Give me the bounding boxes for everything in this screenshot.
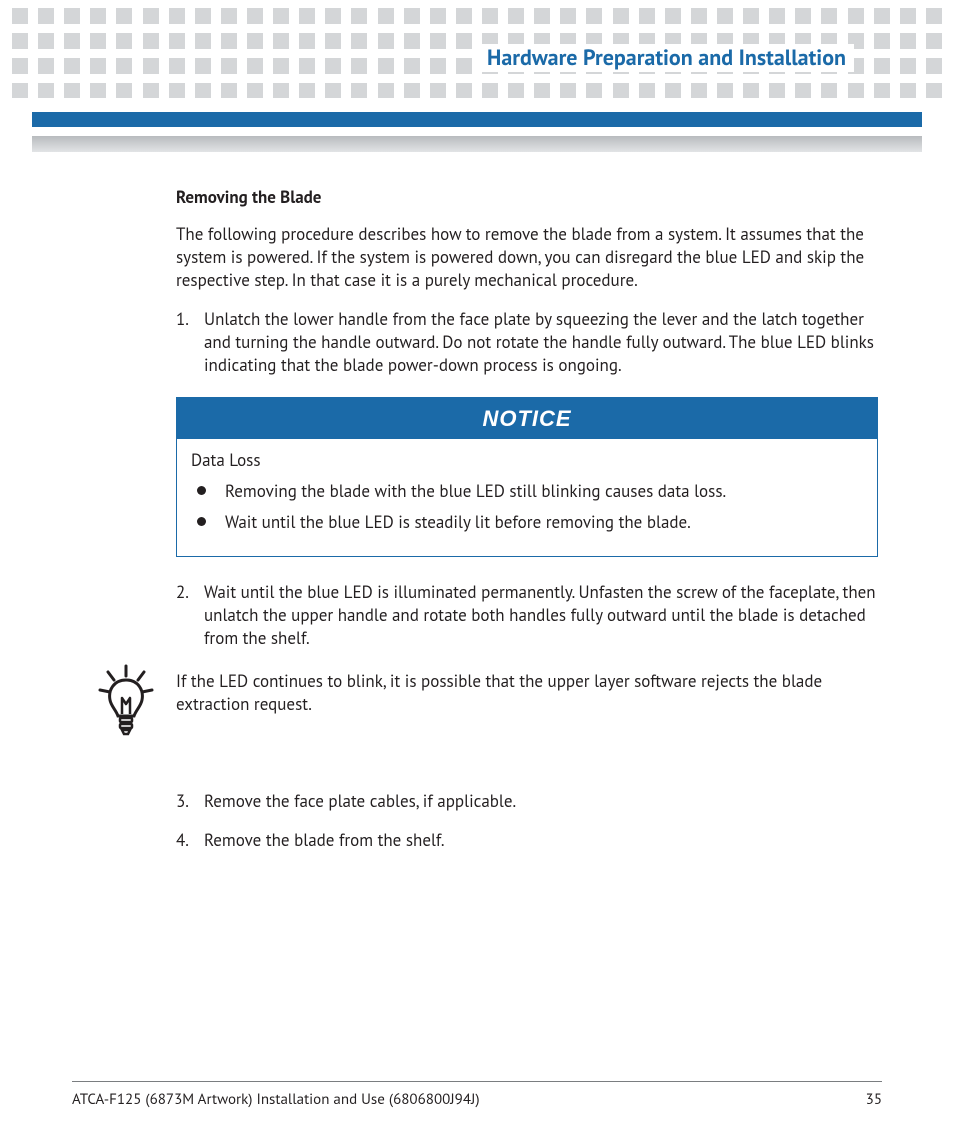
procedure-steps-2: Wait until the blue LED is illuminated p…: [176, 581, 878, 650]
procedure-steps-1: Unlatch the lower handle from the face p…: [176, 308, 878, 377]
notice-banner: NOTICE: [177, 398, 877, 440]
footer-doc-title: ATCA-F125 (6873M Artwork) Installation a…: [72, 1090, 480, 1109]
step-2: Wait until the blue LED is illuminated p…: [176, 581, 878, 650]
header-blue-bar: [32, 112, 922, 127]
step-4: Remove the blade from the shelf.: [176, 829, 878, 852]
notice-bullet-2: Wait until the blue LED is steadily lit …: [219, 511, 863, 534]
chapter-title: Hardware Preparation and Installation: [479, 44, 854, 72]
procedure-steps-3: Remove the face plate cables, if applica…: [176, 790, 878, 852]
footer-page-number: 35: [866, 1090, 882, 1109]
intro-paragraph: The following procedure describes how to…: [176, 223, 878, 292]
lightbulb-icon: [96, 664, 156, 738]
header-gray-bar: [32, 136, 922, 152]
page-footer: ATCA-F125 (6873M Artwork) Installation a…: [72, 1081, 882, 1109]
tip-block: If the LED continues to blink, it is pos…: [96, 670, 878, 750]
page-content: Removing the Blade The following procedu…: [176, 186, 878, 872]
notice-bullet-list: Removing the blade with the blue LED sti…: [191, 480, 863, 534]
notice-bullet-1: Removing the blade with the blue LED sti…: [219, 480, 863, 503]
notice-label: Data Loss: [191, 449, 863, 472]
notice-body: Data Loss Removing the blade with the bl…: [177, 439, 877, 556]
notice-box: NOTICE Data Loss Removing the blade with…: [176, 397, 878, 558]
section-subheading: Removing the Blade: [176, 186, 878, 209]
tip-text: If the LED continues to blink, it is pos…: [176, 670, 822, 715]
step-1: Unlatch the lower handle from the face p…: [176, 308, 878, 377]
step-3: Remove the face plate cables, if applica…: [176, 790, 878, 813]
